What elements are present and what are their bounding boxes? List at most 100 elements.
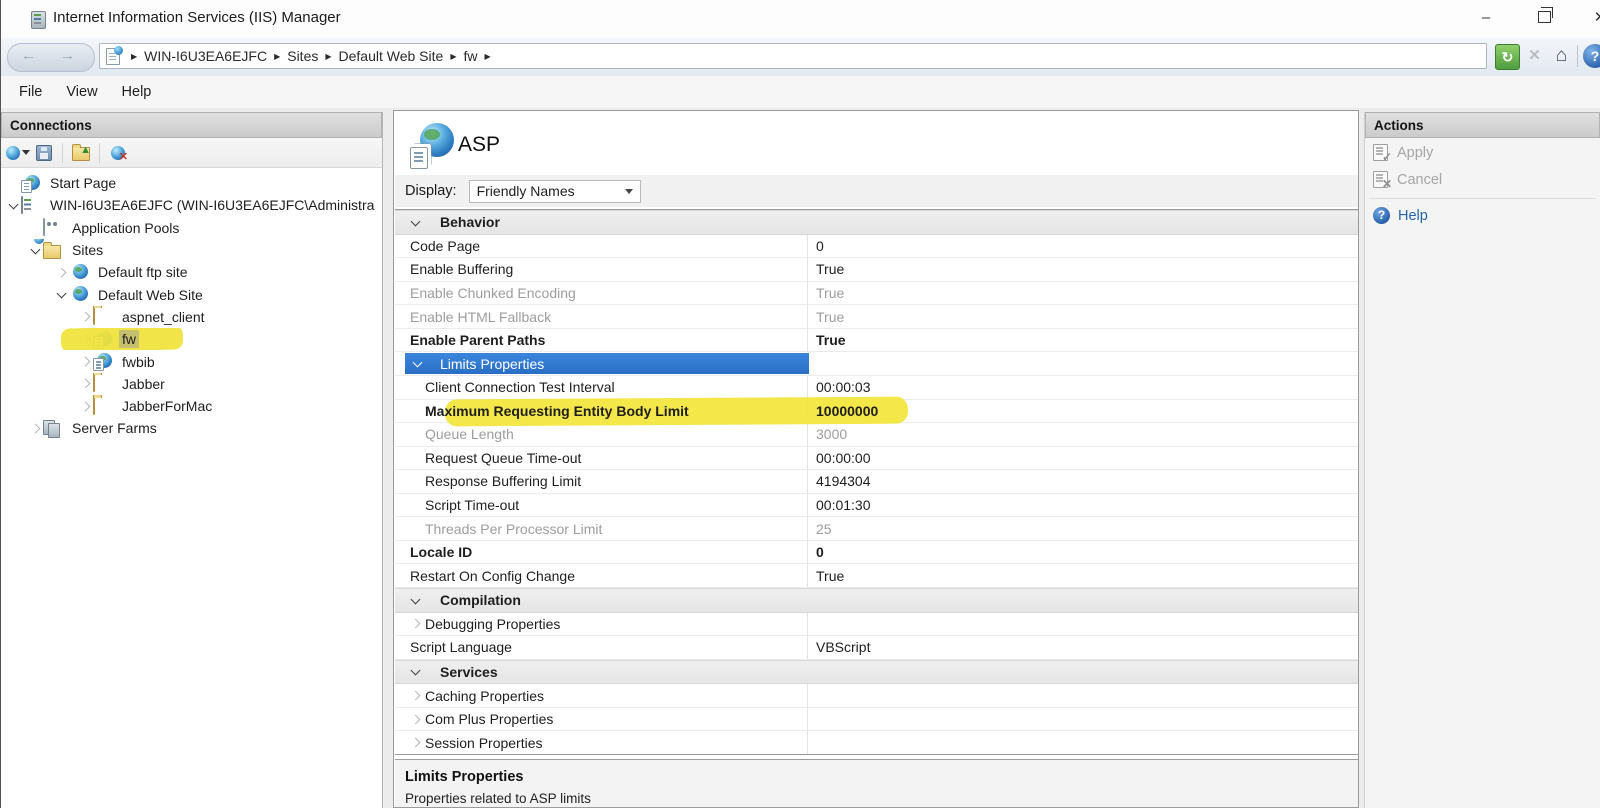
property-value-cell[interactable]: 0 [808, 235, 1358, 258]
property-value-cell[interactable] [808, 684, 1358, 707]
tree-expander-icon[interactable] [53, 292, 69, 297]
property-name-cell[interactable]: Session Properties [395, 731, 808, 754]
tree-expander-icon[interactable] [77, 313, 93, 320]
tree-expander-icon[interactable] [77, 403, 93, 410]
grid-row-com-plus-properties[interactable]: Com Plus Properties [395, 708, 1358, 732]
property-value-cell[interactable] [808, 708, 1358, 731]
property-value-cell[interactable] [808, 731, 1358, 754]
tree-item-wini6u3ea6ejfc[interactable]: WIN-I6U3EA6EJFC (WIN-I6U3EA6EJFC\Adminis… [1, 194, 382, 216]
tree-item-fwbib[interactable]: fwbib [1, 350, 382, 372]
forward-button[interactable]: → [60, 47, 75, 64]
property-value-cell[interactable]: 00:01:30 [808, 494, 1358, 517]
selected-section-bar[interactable]: Limits Properties [405, 353, 809, 374]
stop-icon[interactable]: ✕ [1523, 44, 1546, 68]
tree-item-default[interactable]: Default ftp site [1, 261, 382, 283]
refresh-icon[interactable]: ↻ [1495, 44, 1520, 70]
help-globe-icon[interactable]: ? [1583, 44, 1600, 68]
menu-item-file[interactable]: File [7, 79, 54, 105]
grid-row-caching-properties[interactable]: Caching Properties [395, 684, 1358, 708]
tree-expander-icon[interactable] [5, 203, 21, 208]
expand-icon[interactable] [405, 739, 425, 746]
breadcrumb-item[interactable]: WIN-I6U3EA6EJFC [144, 48, 267, 64]
property-value-cell[interactable]: VBScript [808, 636, 1358, 659]
grid-row-debugging-properties[interactable]: Debugging Properties [395, 613, 1358, 637]
property-name-cell[interactable]: Client Connection Test Interval [395, 376, 808, 399]
collapse-icon[interactable] [407, 361, 427, 366]
display-dropdown[interactable]: Friendly Names [469, 180, 641, 203]
up-level-icon[interactable]: ▲ [68, 141, 94, 165]
grid-section-services[interactable]: Services [395, 660, 1358, 685]
property-name-cell[interactable]: Code Page [395, 235, 808, 258]
property-value-cell[interactable]: 25 [808, 517, 1358, 540]
property-name-cell[interactable]: Queue Length [395, 423, 808, 446]
tree-item-application[interactable]: Application Pools [1, 217, 382, 239]
property-value-cell[interactable]: 00:00:03 [808, 376, 1358, 399]
property-name-cell[interactable]: Maximum Requesting Entity Body Limit [395, 400, 808, 423]
expand-icon[interactable] [405, 620, 425, 627]
property-value-cell[interactable]: 3000 [808, 423, 1358, 446]
property-value-cell[interactable]: True [808, 305, 1358, 328]
connect-server-icon[interactable] [5, 141, 31, 165]
grid-section-compilation[interactable]: Compilation [395, 588, 1358, 613]
cancel-button[interactable]: ✕Cancel [1373, 167, 1600, 192]
grid-row-request-queue-time-out[interactable]: Request Queue Time-out00:00:00 [395, 447, 1358, 471]
property-name-cell[interactable]: Request Queue Time-out [395, 447, 808, 470]
property-name-cell[interactable]: Debugging Properties [395, 613, 808, 636]
property-value-cell[interactable]: True [808, 258, 1358, 281]
property-value-cell[interactable]: True [808, 564, 1358, 587]
property-name-cell[interactable]: Response Buffering Limit [395, 470, 808, 493]
collapse-icon[interactable] [405, 669, 425, 674]
property-name-cell[interactable]: Com Plus Properties [395, 708, 808, 731]
grid-row-threads-per-processor-limit[interactable]: Threads Per Processor Limit25 [395, 517, 1358, 541]
tree-expander-icon[interactable] [77, 380, 93, 387]
breadcrumb-item[interactable]: fw [463, 48, 477, 64]
property-name-cell[interactable]: Enable HTML Fallback [395, 305, 808, 328]
grid-row-code-page[interactable]: Code Page0 [395, 235, 1358, 259]
minimize-button[interactable]: – [1463, 0, 1509, 36]
property-name-cell[interactable]: Script Time-out [395, 494, 808, 517]
grid-section-behavior[interactable]: Behavior [395, 210, 1358, 235]
tree-expander-icon[interactable] [77, 358, 93, 365]
grid-row-enable-chunked-encoding[interactable]: Enable Chunked EncodingTrue [395, 282, 1358, 306]
tree-item-fw[interactable]: fw [1, 328, 382, 350]
property-value-cell[interactable]: 0 [808, 541, 1358, 564]
tree-item-default[interactable]: Default Web Site [1, 283, 382, 305]
property-value-cell[interactable] [808, 613, 1358, 636]
grid-row-script-time-out[interactable]: Script Time-out00:01:30 [395, 494, 1358, 518]
grid-row-locale-id[interactable]: Locale ID0 [395, 541, 1358, 565]
property-name-cell[interactable]: Threads Per Processor Limit [395, 517, 808, 540]
menu-item-help[interactable]: Help [110, 79, 164, 105]
save-connections-icon[interactable] [31, 141, 57, 165]
property-value-cell[interactable]: True [808, 329, 1358, 352]
property-value-cell[interactable]: 4194304 [808, 470, 1358, 493]
property-name-cell[interactable]: Enable Buffering [395, 258, 808, 281]
tree-item-server[interactable]: Server Farms [1, 417, 382, 439]
grid-row-session-properties[interactable]: Session Properties [395, 731, 1358, 754]
help-button[interactable]: ?Help [1373, 203, 1600, 228]
menu-item-view[interactable]: View [54, 79, 109, 105]
property-name-cell[interactable]: Enable Parent Paths [395, 329, 808, 352]
address-breadcrumb-box[interactable]: ▶WIN-I6U3EA6EJFC▶Sites▶Default Web Site▶… [99, 43, 1487, 69]
property-name-cell[interactable]: Restart On Config Change [395, 564, 808, 587]
grid-row-maximum-requesting-entity-body-limit[interactable]: Maximum Requesting Entity Body Limit1000… [395, 400, 1358, 424]
property-name-cell[interactable]: Script Language [395, 636, 808, 659]
tree-item-start[interactable]: Start Page [1, 172, 382, 194]
close-button[interactable]: ✕ [1577, 0, 1600, 36]
property-name-cell[interactable]: Caching Properties [395, 684, 808, 707]
tree-item-jabberformac[interactable]: JabberForMac [1, 395, 382, 417]
grid-row-queue-length[interactable]: Queue Length3000 [395, 423, 1358, 447]
breadcrumb-item[interactable]: Sites [287, 48, 318, 64]
expand-icon[interactable] [405, 716, 425, 723]
tree-item-sites[interactable]: Sites [1, 239, 382, 261]
breadcrumb-item[interactable]: Default Web Site [339, 48, 444, 64]
tree-item-aspnet_client[interactable]: aspnet_client [1, 306, 382, 328]
property-name-cell[interactable]: Locale ID [395, 541, 808, 564]
back-button[interactable]: ← [21, 47, 36, 64]
tree-item-jabber[interactable]: Jabber [1, 373, 382, 395]
expand-icon[interactable] [405, 692, 425, 699]
tree-expander-icon[interactable] [27, 425, 43, 432]
apply-button[interactable]: ✓Apply [1373, 140, 1600, 165]
collapse-icon[interactable] [405, 220, 425, 225]
tree-expander-icon[interactable] [27, 248, 43, 253]
home-icon[interactable]: ⌂ [1550, 44, 1573, 68]
